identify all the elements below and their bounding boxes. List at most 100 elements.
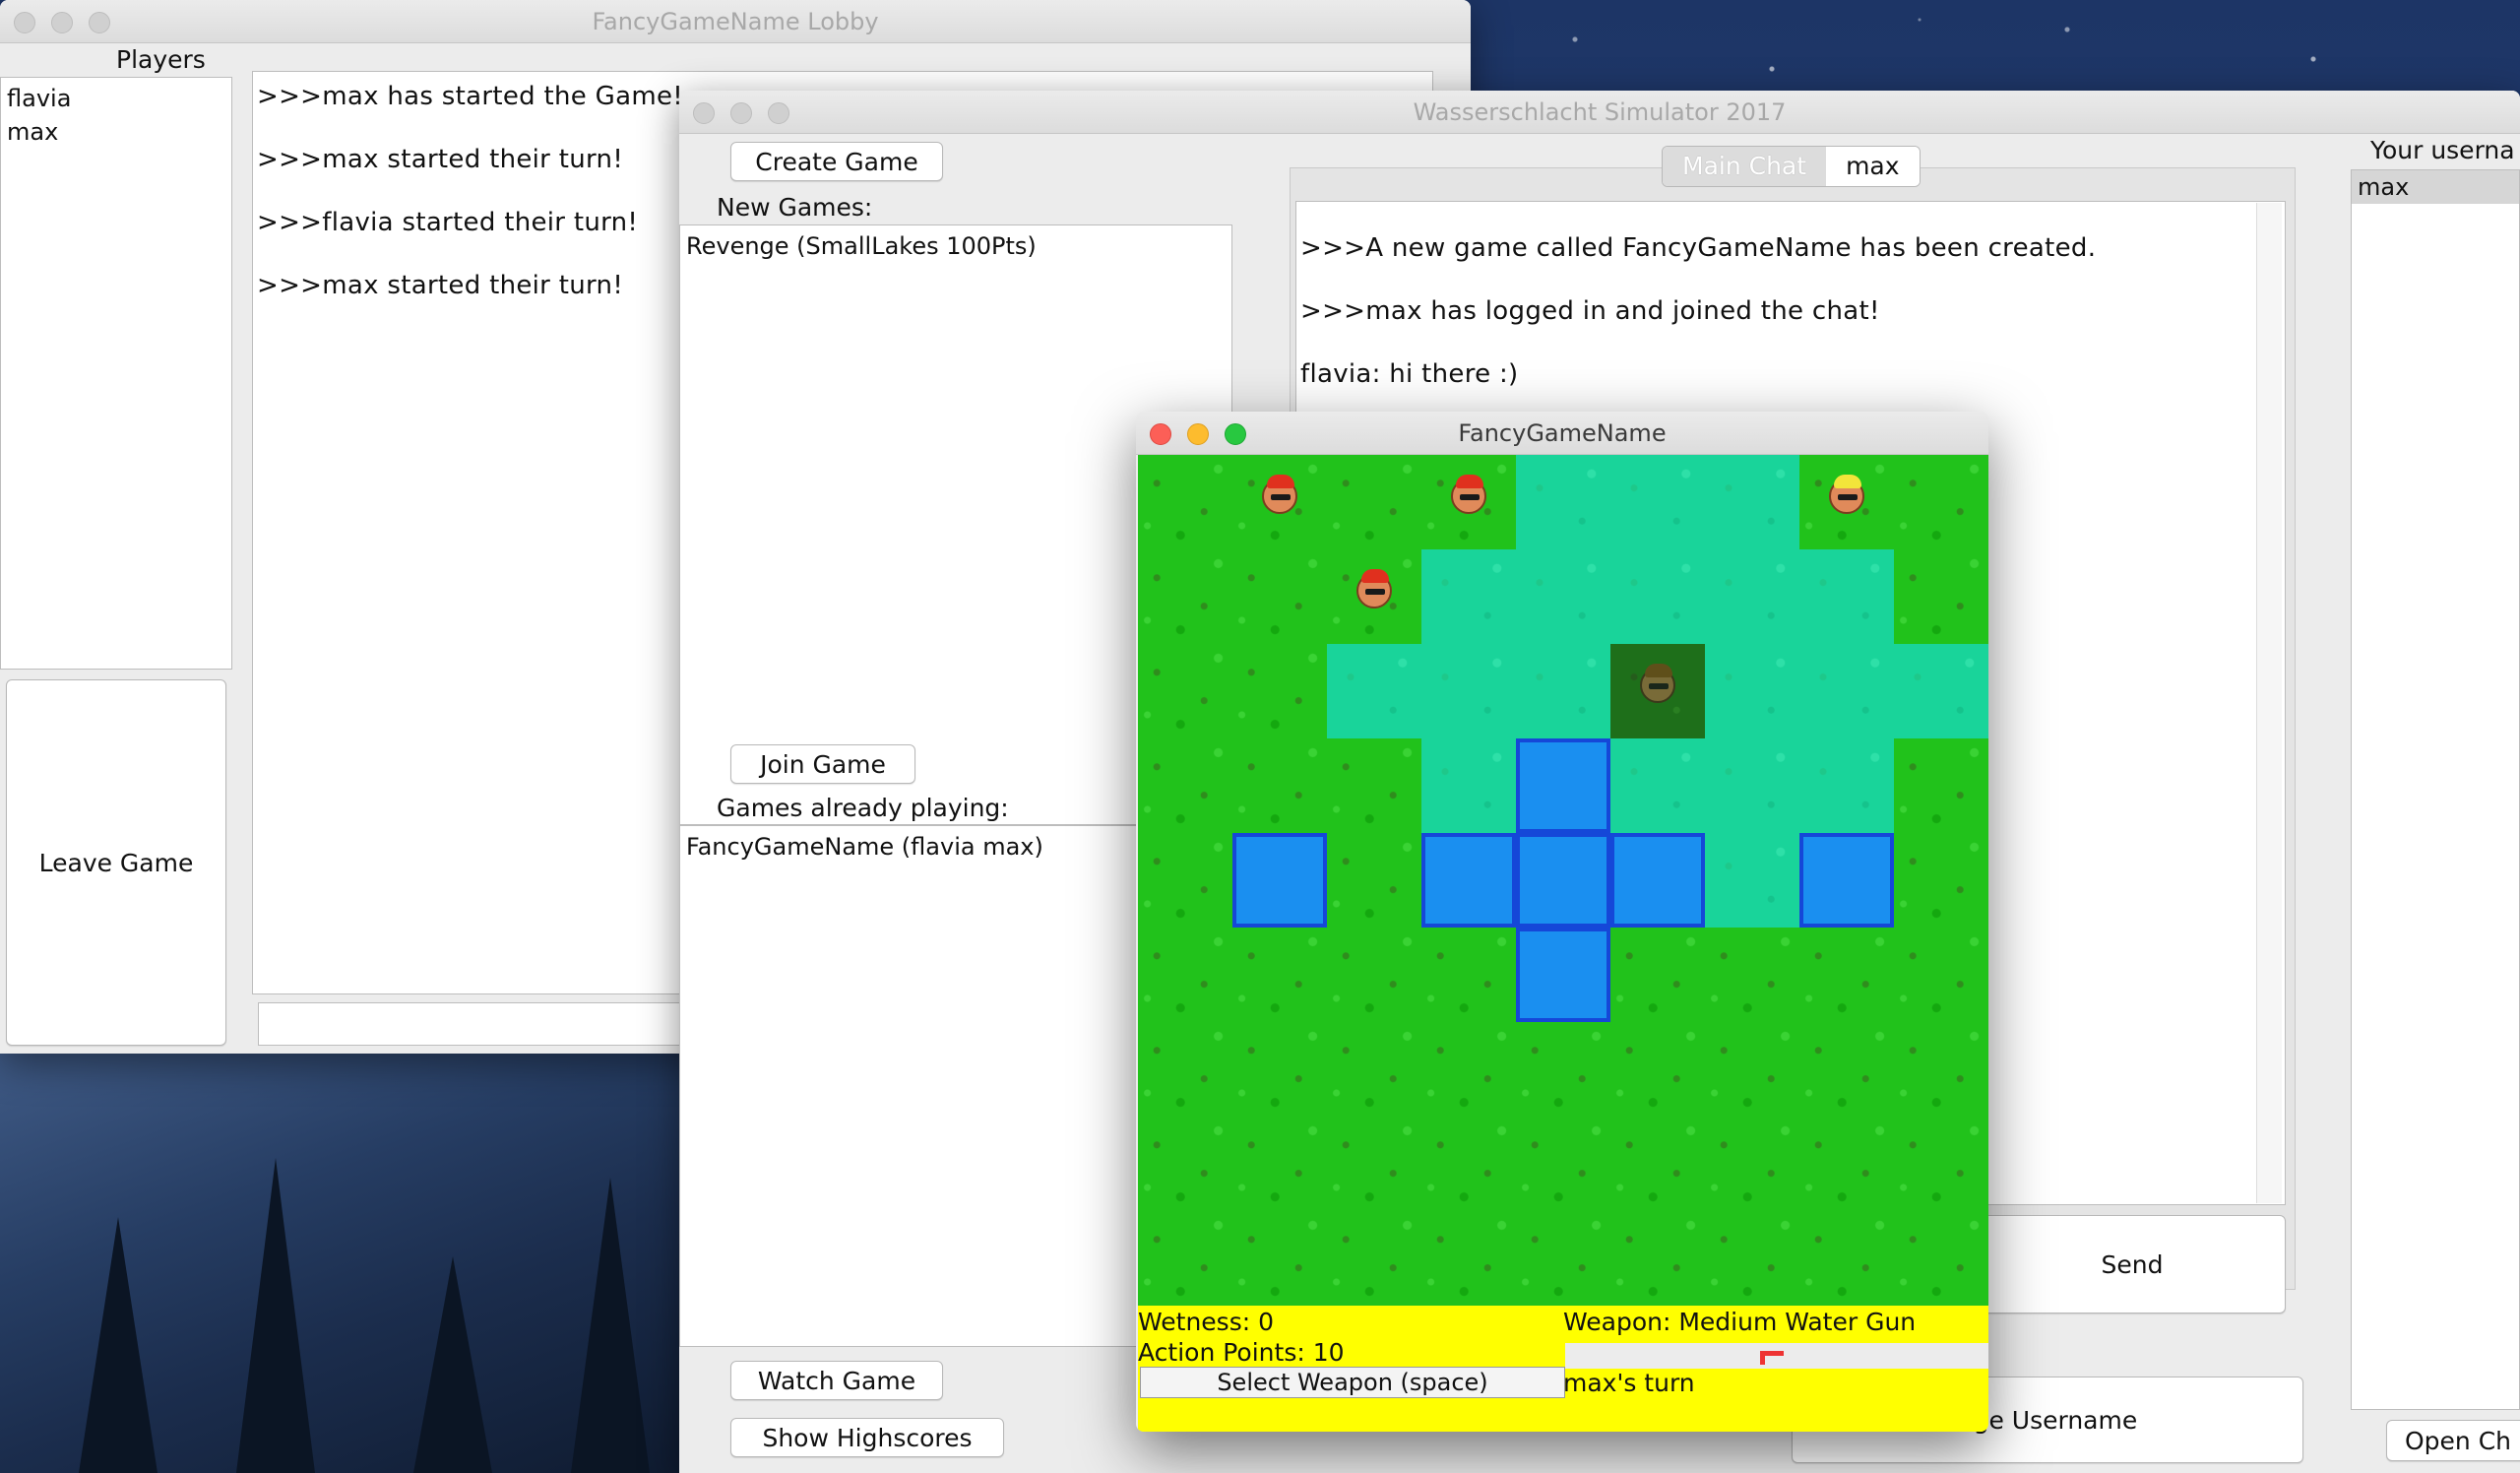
board-cell[interactable] (1894, 644, 1988, 738)
send-button[interactable]: Send (1979, 1215, 2286, 1313)
close-icon[interactable] (693, 102, 715, 124)
board-cell[interactable] (1516, 455, 1610, 549)
board-cell[interactable] (1138, 549, 1232, 644)
minimize-icon[interactable] (1187, 423, 1209, 445)
board-cell[interactable] (1232, 644, 1327, 738)
board-cell[interactable] (1894, 833, 1988, 928)
board-cell[interactable] (1610, 1211, 1705, 1306)
board-cell[interactable] (1705, 738, 1799, 833)
watch-game-button[interactable]: Watch Game (730, 1361, 943, 1400)
board-cell[interactable] (1894, 738, 1988, 833)
board-cell[interactable] (1138, 1117, 1232, 1211)
board-cell[interactable] (1327, 833, 1421, 928)
board-cell[interactable] (1799, 833, 1894, 928)
board-cell[interactable] (1610, 928, 1705, 1022)
board-cell[interactable] (1421, 1022, 1516, 1117)
board-cell[interactable] (1421, 833, 1516, 928)
board-cell[interactable] (1421, 1211, 1516, 1306)
board-cell[interactable] (1138, 928, 1232, 1022)
board-cell[interactable] (1705, 1211, 1799, 1306)
character-icon[interactable] (1262, 475, 1297, 514)
board-cell[interactable] (1705, 644, 1799, 738)
board-cell[interactable] (1705, 928, 1799, 1022)
board-cell[interactable] (1610, 549, 1705, 644)
board-cell[interactable] (1516, 1022, 1610, 1117)
board-cell[interactable] (1799, 1211, 1894, 1306)
tab-max[interactable]: max (1826, 147, 1920, 186)
board-cell[interactable] (1327, 455, 1421, 549)
board-cell[interactable] (1138, 1022, 1232, 1117)
maximize-icon[interactable] (89, 12, 110, 33)
board-cell[interactable] (1705, 833, 1799, 928)
board-cell[interactable] (1799, 455, 1894, 549)
board-cell[interactable] (1421, 644, 1516, 738)
board-cell[interactable] (1610, 455, 1705, 549)
board-cell[interactable] (1327, 928, 1421, 1022)
board-cell[interactable] (1327, 1022, 1421, 1117)
board-cell[interactable] (1516, 644, 1610, 738)
board-cell[interactable] (1705, 455, 1799, 549)
board-cell[interactable] (1799, 738, 1894, 833)
board-cell[interactable] (1421, 738, 1516, 833)
player-item[interactable]: flavia (7, 82, 225, 115)
board-cell[interactable] (1894, 928, 1988, 1022)
board-cell[interactable] (1327, 549, 1421, 644)
select-weapon-button[interactable]: Select Weapon (space) (1140, 1367, 1565, 1398)
board-cell[interactable] (1610, 644, 1705, 738)
board-cell[interactable] (1610, 1117, 1705, 1211)
board-cell[interactable] (1232, 549, 1327, 644)
board-cell[interactable] (1799, 928, 1894, 1022)
board-cell[interactable] (1421, 928, 1516, 1022)
board-cell[interactable] (1138, 1211, 1232, 1306)
board-cell[interactable] (1232, 1117, 1327, 1211)
character-icon[interactable] (1356, 569, 1392, 608)
board-cell[interactable] (1894, 1022, 1988, 1117)
board-cell[interactable] (1516, 549, 1610, 644)
board-cell[interactable] (1232, 928, 1327, 1022)
board-cell[interactable] (1421, 455, 1516, 549)
tab-main-chat[interactable]: Main Chat (1663, 147, 1827, 186)
board-cell[interactable] (1799, 1117, 1894, 1211)
show-highscores-button[interactable]: Show Highscores (730, 1418, 1004, 1457)
character-icon[interactable] (1451, 475, 1486, 514)
character-icon[interactable] (1829, 475, 1864, 514)
chat-scrollbar[interactable] (2256, 203, 2282, 1203)
players-list[interactable]: flavia max (0, 77, 232, 670)
minimize-icon[interactable] (730, 102, 752, 124)
board-cell[interactable] (1610, 833, 1705, 928)
board-cell[interactable] (1516, 738, 1610, 833)
character-icon[interactable] (1640, 664, 1675, 703)
open-chat-button[interactable]: Open Ch (2386, 1420, 2520, 1461)
board-cell[interactable] (1421, 1117, 1516, 1211)
board-cell[interactable] (1138, 455, 1232, 549)
board-cell[interactable] (1327, 738, 1421, 833)
board-cell[interactable] (1421, 549, 1516, 644)
board-cell[interactable] (1894, 1117, 1988, 1211)
board-cell[interactable] (1138, 738, 1232, 833)
user-item[interactable]: max (2352, 170, 2519, 204)
board-cell[interactable] (1705, 1117, 1799, 1211)
users-list[interactable]: max (2351, 169, 2520, 1410)
board-cell[interactable] (1799, 644, 1894, 738)
board-cell[interactable] (1516, 1211, 1610, 1306)
board-cell[interactable] (1327, 1117, 1421, 1211)
maximize-icon[interactable] (1225, 423, 1246, 445)
board-cell[interactable] (1610, 1022, 1705, 1117)
board-cell[interactable] (1799, 549, 1894, 644)
board-cell[interactable] (1705, 549, 1799, 644)
board-cell[interactable] (1138, 833, 1232, 928)
board-cell[interactable] (1894, 455, 1988, 549)
board-cell[interactable] (1232, 833, 1327, 928)
board-cell[interactable] (1516, 833, 1610, 928)
create-game-button[interactable]: Create Game (730, 142, 943, 181)
minimize-icon[interactable] (51, 12, 73, 33)
board-cell[interactable] (1232, 455, 1327, 549)
board-cell[interactable] (1327, 1211, 1421, 1306)
board-cell[interactable] (1327, 644, 1421, 738)
board-cell[interactable] (1138, 644, 1232, 738)
board-cell[interactable] (1232, 738, 1327, 833)
new-game-item[interactable]: Revenge (SmallLakes 100Pts) (686, 229, 1226, 263)
game-board[interactable] (1138, 455, 1988, 1306)
close-icon[interactable] (14, 12, 35, 33)
maximize-icon[interactable] (768, 102, 789, 124)
